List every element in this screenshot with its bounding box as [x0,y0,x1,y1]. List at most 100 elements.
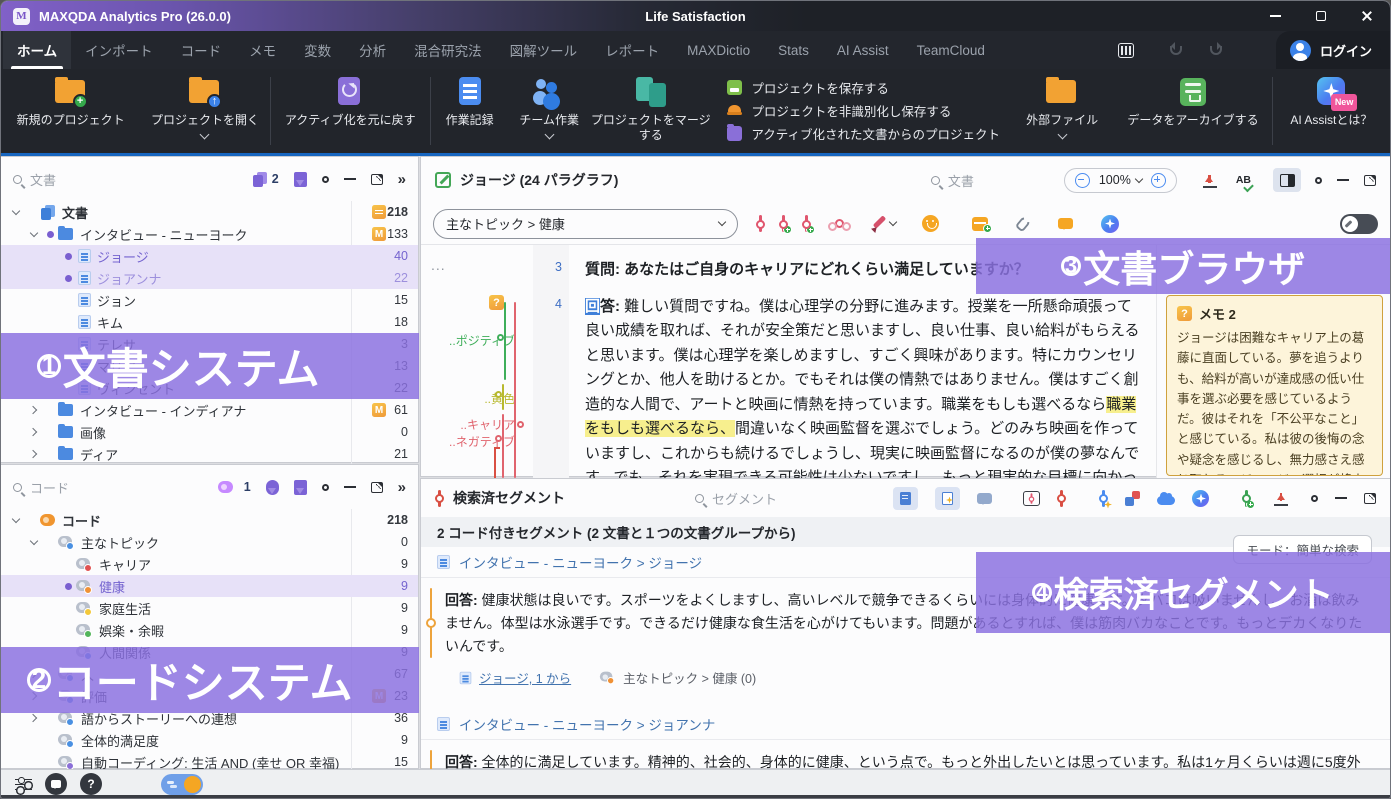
menu-tab-3[interactable]: メモ [235,31,290,69]
tree-row[interactable]: 文書218 [1,201,418,223]
stripe-code-label[interactable]: ..キャリア [460,416,515,433]
tree-chevron-icon[interactable] [9,512,25,528]
code-sparkle-icon[interactable] [1099,490,1108,507]
close-button[interactable] [1344,1,1390,31]
tree-row[interactable]: インタビュー - ニューヨークM133 [1,223,418,245]
tree-chevron-icon[interactable] [9,204,25,220]
help-icon[interactable]: ? [80,773,102,795]
project-from-activated-button[interactable]: アクティブ化された文書からのプロジェクト [727,124,1010,143]
save-anonymized-button[interactable]: プロジェクトを非識別化し保存する [727,101,1010,120]
code-in-vivo-icon[interactable] [802,215,811,232]
tree-row[interactable]: 全体的満足度9 [1,729,418,751]
spellcheck-icon[interactable]: AB [1236,174,1251,186]
ai-assist-button[interactable]: New AI Assistとは？ [1273,69,1390,153]
new-table-icon[interactable] [972,217,988,231]
feedback-icon[interactable] [45,773,67,795]
undo-activation-button[interactable]: アクティブ化を元に戻す [271,69,430,153]
tree-row[interactable]: 主なトピック0 [1,531,418,553]
tree-row[interactable]: 健康9 [1,575,418,597]
merge-project-button[interactable]: プロジェクトをマージする [590,69,711,153]
minimize-panel-icon[interactable] [344,178,356,180]
tree-chevron-icon[interactable] [27,424,43,440]
minimize-panel-icon[interactable] [344,486,356,488]
menu-tab-11[interactable]: AI Assist [823,31,903,69]
chevrons-right-icon[interactable]: » [398,172,406,187]
code-segments-icon[interactable] [1242,490,1251,507]
undock-panel-icon[interactable] [371,174,383,185]
gear-icon[interactable] [1311,495,1318,502]
minimize-panel-icon[interactable] [1337,179,1349,181]
tree-chevron-icon[interactable] [27,226,43,242]
undo-icon[interactable] [1170,46,1182,55]
logbook-button[interactable]: 作業記録 [431,69,509,153]
menu-tab-1[interactable]: インポート [71,31,167,69]
redo-icon[interactable] [1210,46,1222,55]
browser-search-input[interactable]: 文書 [931,171,974,190]
comment-icon[interactable] [977,493,992,504]
zoom-in-icon[interactable] [1151,173,1166,188]
ai-assist-icon[interactable] [1101,215,1119,233]
code-with-new-icon[interactable] [779,215,788,232]
tree-row[interactable]: ディア21 [1,443,418,465]
stripe-code-label[interactable]: ..ネガティブ [449,433,515,450]
zoom-out-icon[interactable] [1075,173,1090,188]
zoom-control[interactable]: 100% [1064,168,1177,193]
gear-icon[interactable] [1315,177,1322,184]
word-cloud-icon[interactable] [1157,496,1175,505]
quick-code-dropdown[interactable]: 主なトピック > 健康 [433,209,738,239]
code-filter-icon[interactable] [266,480,279,495]
overview-of-segments-icon[interactable] [1023,491,1040,506]
display-mode-star-button[interactable] [935,487,960,510]
login-button[interactable]: ログイン [1276,31,1390,69]
export-icon[interactable] [1274,491,1288,506]
menu-tab-0[interactable]: ホーム [3,31,71,69]
menu-tab-10[interactable]: Stats [764,31,823,69]
undock-panel-icon[interactable] [1364,175,1376,186]
quote-matrix-icon[interactable] [1125,491,1140,506]
menu-tab-7[interactable]: 図解ツール [496,31,592,69]
tree-row[interactable]: 娯楽・余暇9 [1,619,418,641]
sidebar-toggle-button[interactable] [1273,168,1301,192]
menu-tab-2[interactable]: コード [167,31,236,69]
coding-stripe-career[interactable] [514,302,516,478]
segment-source-link[interactable]: インタビュー - ニューヨーク > ジョアンナ [421,709,1390,739]
undock-panel-icon[interactable] [1364,493,1376,504]
tree-chevron-icon[interactable] [27,402,43,418]
segment-document-ref[interactable]: ジョージ, 1 から [459,668,571,687]
stripe-knot-career[interactable] [517,421,524,428]
code-search-input[interactable]: コード [13,478,69,497]
document-filter-icon[interactable] [294,172,307,187]
memo-box[interactable]: ? メモ 2 ジョージは困難なキャリア上の葛藤に直面している。夢を追うよりも、給… [1166,295,1383,476]
coding-bracket[interactable] [494,447,500,478]
menu-tab-9[interactable]: MAXDictio [673,31,764,69]
stripe-menu-dots[interactable]: ... [431,257,446,273]
attachment-icon[interactable] [1015,215,1032,232]
emoji-icon[interactable] [922,215,939,232]
memo-icon[interactable]: M [372,403,386,417]
maximize-button[interactable] [1298,1,1344,31]
tree-row[interactable]: ジョン15 [1,289,418,311]
stripe-knot-yellow[interactable] [495,391,502,398]
tree-chevron-icon[interactable] [27,446,43,462]
edit-mode-toggle[interactable] [1340,214,1378,234]
document-search-input[interactable]: 文書 [13,170,56,189]
minimize-panel-icon[interactable] [1335,497,1347,499]
tree-row[interactable]: インタビュー - インディアナM61 [1,399,418,421]
theme-toggle[interactable] [161,774,203,795]
comment-icon[interactable] [1058,218,1073,229]
document-filter-icon[interactable] [294,480,307,495]
tree-row[interactable]: キム18 [1,311,418,333]
highlighter-icon[interactable] [874,216,890,232]
teamwork-button[interactable]: チーム作業 [508,69,590,153]
menu-tab-4[interactable]: 変数 [290,31,345,69]
ai-assist-icon[interactable] [1192,490,1209,507]
chevron-down-icon[interactable] [889,218,897,226]
archive-data-button[interactable]: データをアーカイブする [1114,69,1271,153]
segment-search-input[interactable]: セグメント [695,489,777,508]
emoticode-icon[interactable] [835,219,844,228]
display-mode-list-button[interactable] [893,487,918,510]
tree-row[interactable]: コード218 [1,509,418,531]
chevrons-right-icon[interactable]: » [398,480,406,495]
tree-chevron-icon[interactable] [27,534,43,550]
activated-codes-button[interactable]: 1 [218,480,251,495]
